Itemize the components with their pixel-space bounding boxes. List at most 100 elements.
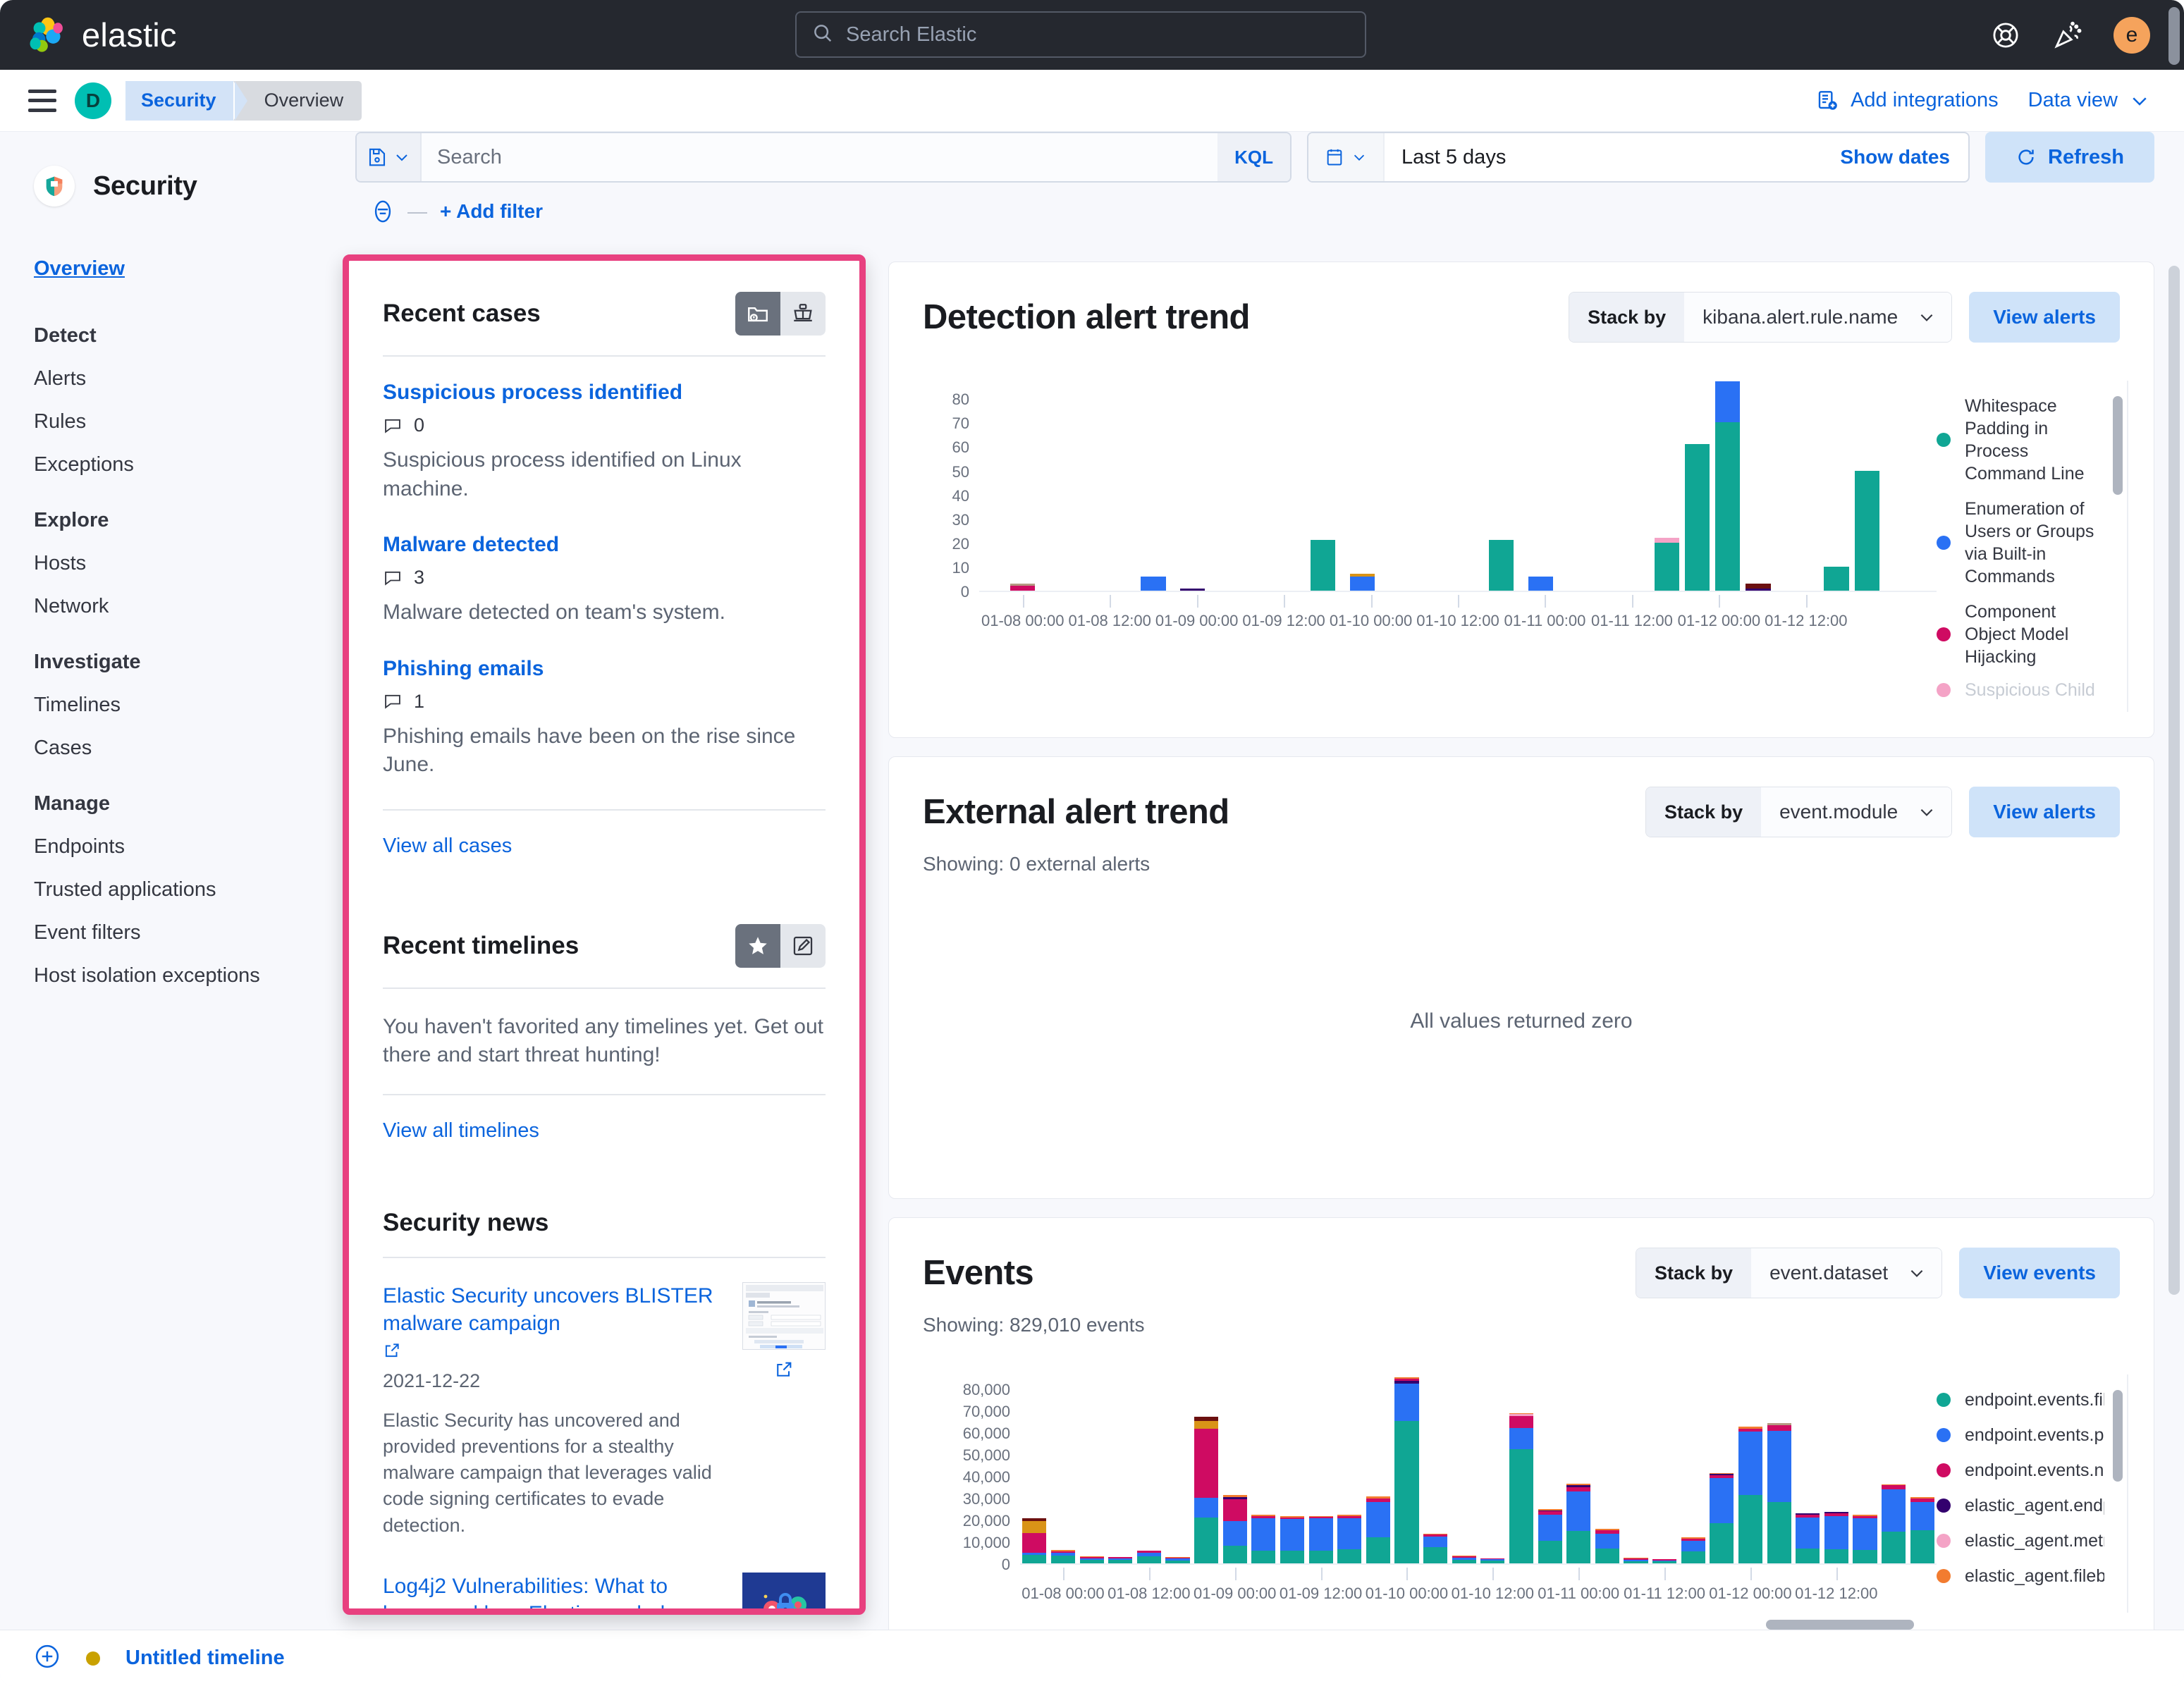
chart-bar[interactable] — [1824, 1512, 1848, 1563]
elastic-brand[interactable]: elastic — [28, 16, 177, 54]
sidebar-item-network[interactable]: Network — [34, 595, 347, 618]
chart-bar[interactable] — [1853, 1515, 1877, 1563]
chart-bar[interactable] — [1165, 1556, 1190, 1563]
news-title[interactable]: Elastic Security uncovers BLISTER malwar… — [383, 1282, 724, 1337]
show-dates-button[interactable]: Show dates — [1840, 133, 1968, 181]
saved-query-button[interactable] — [357, 133, 422, 181]
legend-item[interactable]: endpoint.events.file — [1937, 1389, 2104, 1411]
chart-bar[interactable] — [1715, 381, 1741, 591]
star-icon[interactable] — [735, 923, 780, 968]
sidebar-item-alerts[interactable]: Alerts — [34, 367, 347, 390]
chart-bar[interactable] — [1746, 583, 1771, 591]
sidebar-item-exceptions[interactable]: Exceptions — [34, 453, 347, 476]
chart-bar[interactable] — [1337, 1514, 1362, 1563]
chart-bar[interactable] — [1528, 576, 1553, 591]
space-avatar[interactable]: D — [75, 82, 111, 119]
chart-bar[interactable] — [1366, 1496, 1390, 1563]
events-chart-horizontal-scrollbar[interactable] — [1766, 1620, 1914, 1630]
untitled-timeline-link[interactable]: Untitled timeline — [125, 1647, 285, 1670]
chart-bar[interactable] — [1684, 444, 1710, 591]
chart-bar[interactable] — [1308, 1515, 1333, 1563]
my-recently-reported-cases-icon[interactable] — [780, 292, 826, 336]
breadcrumb-item-security[interactable]: Security — [125, 80, 247, 121]
data-view-button[interactable]: Data view — [2028, 89, 2150, 112]
chart-bar[interactable] — [1882, 1484, 1906, 1563]
chart-bar[interactable] — [1796, 1513, 1820, 1563]
sidebar-item-host-isolation-exceptions[interactable]: Host isolation exceptions — [34, 964, 347, 987]
menu-hamburger-icon[interactable] — [28, 89, 56, 112]
chart-bar[interactable] — [1423, 1533, 1448, 1563]
chart-bar[interactable] — [1509, 1413, 1533, 1563]
chart-bar[interactable] — [1489, 540, 1514, 591]
case-title[interactable]: Malware detected — [383, 533, 826, 557]
chart-bar[interactable] — [1136, 1550, 1161, 1563]
chart-bar[interactable] — [1452, 1556, 1476, 1563]
chart-bar[interactable] — [1179, 588, 1206, 591]
chart-bar[interactable] — [1824, 566, 1849, 591]
page-scrollbar-top[interactable] — [2168, 7, 2180, 65]
chart-bar[interactable] — [1050, 1550, 1075, 1563]
chart-bar[interactable] — [1566, 1483, 1591, 1563]
page-scrollbar[interactable] — [2168, 266, 2180, 1295]
add-filter-button[interactable]: + Add filter — [440, 200, 543, 223]
legend-item[interactable]: elastic_agent.endpoint_ — [1937, 1494, 2104, 1517]
global-search-input[interactable]: Search Elastic — [795, 11, 1366, 58]
chart-bar[interactable] — [1854, 470, 1879, 591]
sidebar-item-trusted-applications[interactable]: Trusted applications — [34, 878, 347, 902]
view-alerts-button[interactable]: View alerts — [1969, 292, 2120, 343]
add-integrations-button[interactable]: Add integrations — [1817, 89, 1999, 112]
view-alerts-button[interactable]: View alerts — [1969, 787, 2120, 837]
external-stack-by-select[interactable]: Stack by event.module — [1645, 787, 1953, 837]
search-query-input[interactable]: Search KQL — [355, 132, 1292, 183]
chart-bar[interactable] — [1595, 1528, 1619, 1563]
date-range-value[interactable]: Last 5 days — [1385, 133, 1840, 181]
legend-item[interactable]: Suspicious Child — [1937, 681, 2104, 699]
sidebar-item-hosts[interactable]: Hosts — [34, 552, 347, 575]
chart-bar[interactable] — [1222, 1494, 1247, 1563]
case-title[interactable]: Phishing emails — [383, 657, 826, 681]
chart-bar[interactable] — [1310, 540, 1336, 591]
sidebar-item-overview[interactable]: Overview — [34, 257, 347, 281]
sidebar-item-timelines[interactable]: Timelines — [34, 694, 347, 717]
chart-bar[interactable] — [1280, 1515, 1304, 1563]
news-title[interactable]: Log4j2 Vulnerabilities: What to know, an… — [383, 1573, 724, 1608]
chart-bar[interactable] — [1108, 1557, 1133, 1563]
sidebar-item-rules[interactable]: Rules — [34, 410, 347, 433]
plus-circle-icon[interactable] — [34, 1643, 61, 1673]
chart-bar[interactable] — [1010, 583, 1036, 591]
pencil-icon[interactable] — [780, 923, 826, 968]
chart-bar[interactable] — [1349, 574, 1375, 591]
chart-bar[interactable] — [1710, 1472, 1734, 1563]
external-link-icon[interactable] — [774, 1362, 794, 1382]
view-all-cases-link[interactable]: View all cases — [383, 835, 512, 857]
legend-item[interactable]: Whitespace Padding in Process Command Li… — [1937, 395, 2104, 485]
legend-item[interactable]: endpoint.events.proces — [1937, 1424, 2104, 1446]
user-avatar[interactable]: e — [2114, 16, 2150, 54]
view-all-timelines-link[interactable]: View all timelines — [383, 1119, 539, 1142]
chart-bar[interactable] — [1538, 1509, 1562, 1563]
chart-bar[interactable] — [1624, 1558, 1648, 1563]
chart-bar[interactable] — [1738, 1427, 1762, 1563]
chart-bar[interactable] — [1141, 576, 1166, 591]
legend-item[interactable]: endpoint.events.netwo — [1937, 1459, 2104, 1482]
chart-bar[interactable] — [1910, 1496, 1934, 1563]
breadcrumb-item-overview[interactable]: Overview — [233, 80, 362, 121]
kql-language-switcher[interactable]: KQL — [1217, 133, 1290, 181]
help-circle-icon[interactable] — [1989, 19, 2022, 51]
chart-bar[interactable] — [1767, 1423, 1791, 1563]
legend-item[interactable]: Component Object Model Hijacking — [1937, 601, 2104, 668]
sidebar-item-endpoints[interactable]: Endpoints — [34, 835, 347, 859]
legend-item[interactable]: Enumeration of Users or Groups via Built… — [1937, 498, 2104, 588]
chart-bar[interactable] — [1652, 1559, 1677, 1563]
sidebar-item-event-filters[interactable]: Event filters — [34, 921, 347, 944]
refresh-button[interactable]: Refresh — [1985, 132, 2154, 183]
detection-stack-by-select[interactable]: Stack by kibana.alert.rule.name — [1569, 292, 1953, 343]
legend-item[interactable]: elastic_agent.filebeat — [1937, 1565, 2104, 1587]
chart-bar[interactable] — [1394, 1377, 1419, 1563]
confetti-icon[interactable] — [2051, 19, 2084, 51]
chart-bar[interactable] — [1022, 1518, 1047, 1563]
date-quick-select-button[interactable] — [1308, 133, 1385, 181]
chart-bar[interactable] — [1194, 1416, 1219, 1563]
view-events-button[interactable]: View events — [1959, 1248, 2120, 1298]
events-stack-by-select[interactable]: Stack by event.dataset — [1636, 1248, 1943, 1298]
